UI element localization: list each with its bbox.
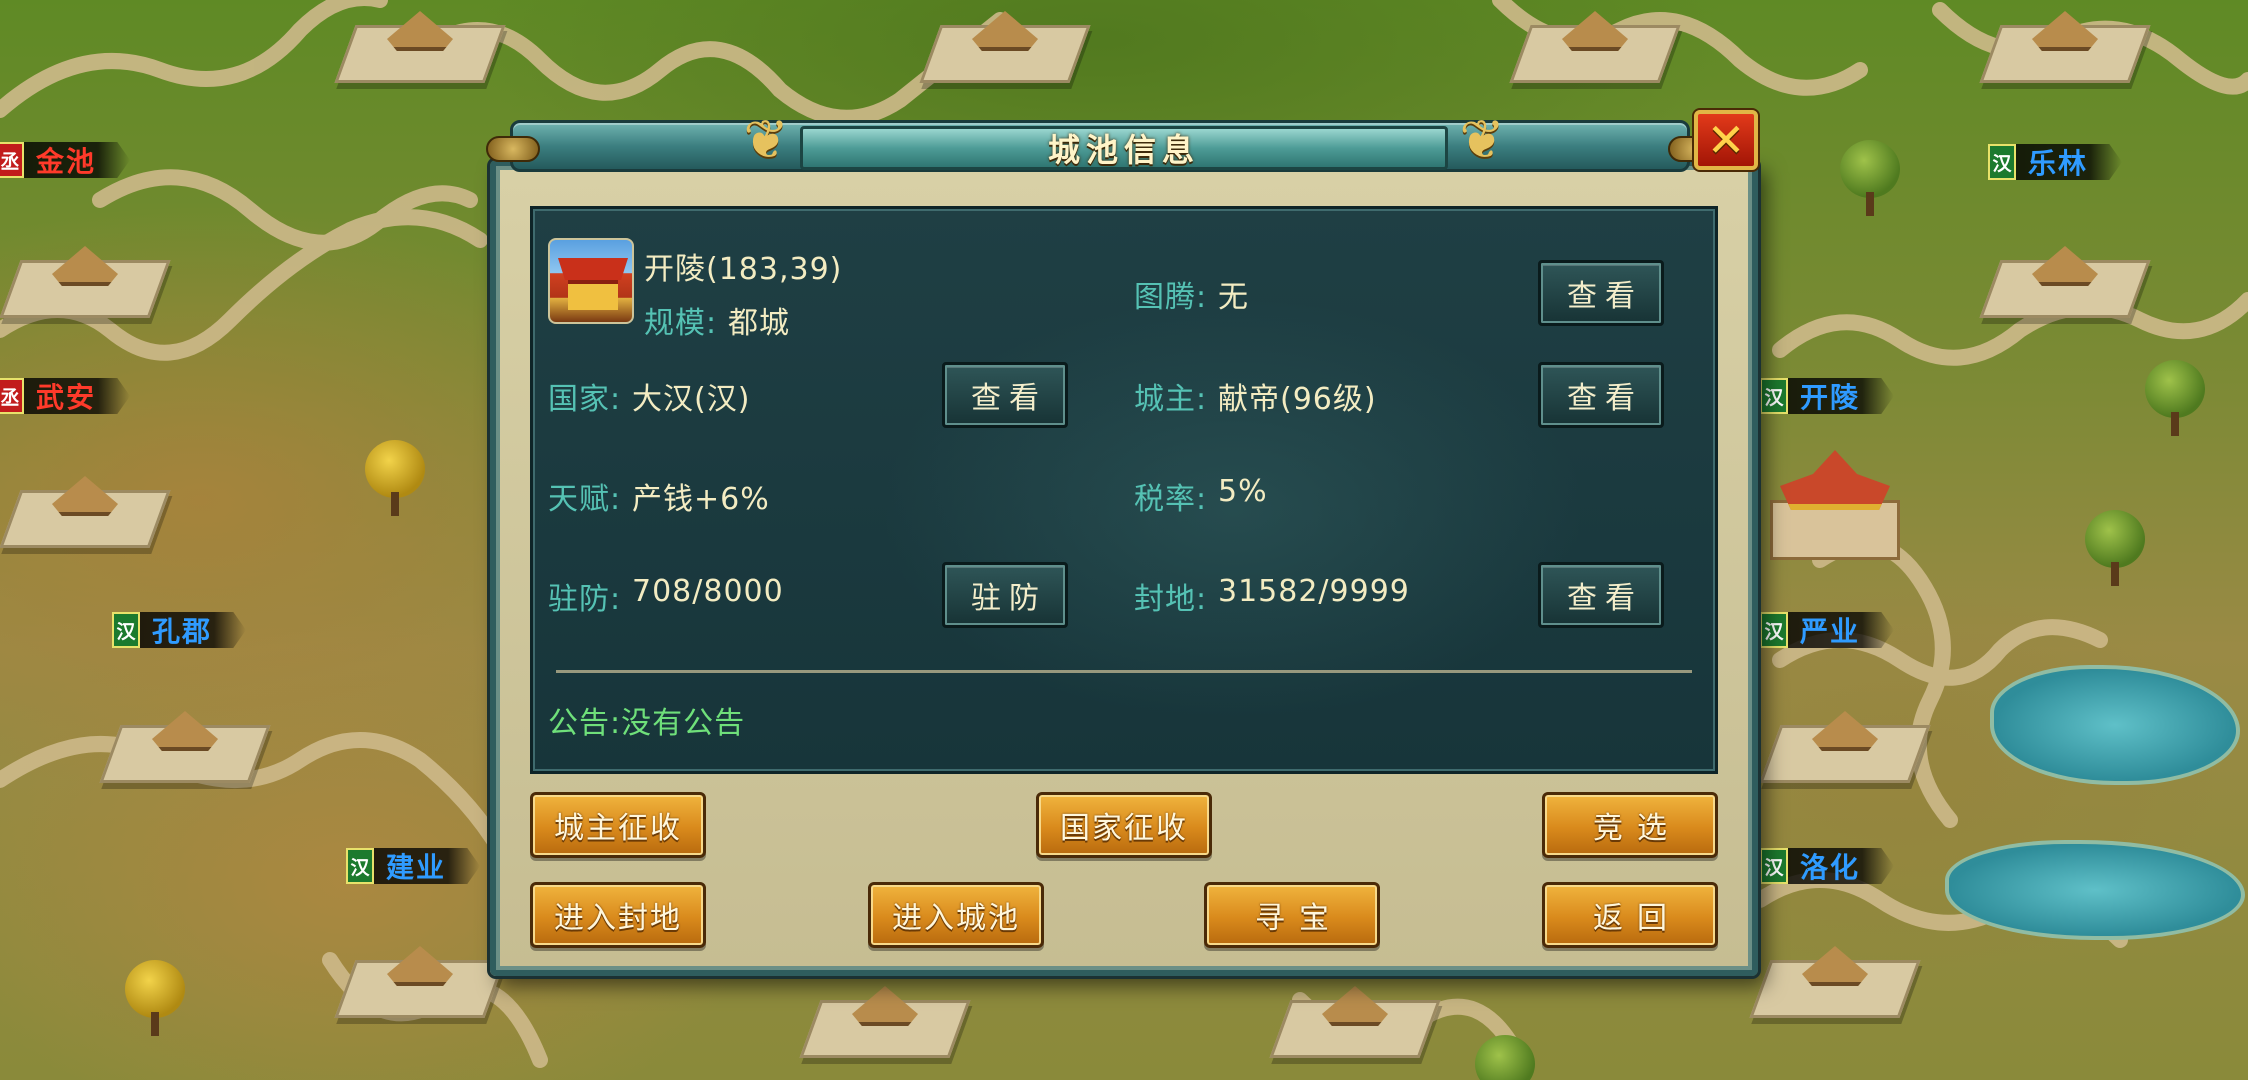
map-city-label[interactable]: 汉 孔郡 [112, 610, 247, 650]
tree-icon [1470, 1035, 1540, 1080]
map-city-label[interactable]: 丞 武安 [0, 376, 131, 416]
view-lord-button[interactable]: 查看 [1538, 362, 1664, 428]
map-city-label[interactable]: 汉 严业 [1760, 610, 1895, 650]
garrison-button[interactable]: 驻防 [942, 562, 1068, 628]
map-city-name: 建业 [374, 848, 481, 884]
close-button[interactable]: ✕ [1694, 110, 1758, 170]
fief-value: 31582/9999 [1218, 574, 1410, 609]
city-tile[interactable] [1979, 5, 2151, 95]
capital-palace-icon[interactable] [1760, 440, 1910, 570]
tree-icon [120, 960, 190, 1040]
fief-label: 封地: [1134, 582, 1208, 617]
map-city-name: 金池 [24, 142, 131, 178]
city-tile[interactable] [1269, 980, 1441, 1070]
city-name-coords: 开陵(183,39) [644, 252, 843, 287]
map-city-label[interactable]: 汉 洛化 [1760, 846, 1895, 886]
garrison-label: 驻防: [548, 582, 622, 617]
city-tile[interactable] [334, 5, 506, 95]
scale-value: 都城 [728, 306, 790, 341]
tax-label: 税率: [1134, 482, 1208, 517]
national-collect-button[interactable]: 国家征收 [1036, 792, 1212, 858]
totem-value: 无 [1218, 280, 1249, 315]
garrison-value: 708/8000 [632, 574, 784, 609]
city-tile[interactable] [799, 980, 971, 1070]
lord-value: 献帝(96级) [1218, 382, 1377, 417]
faction-flag-icon: 丞 [0, 142, 24, 178]
treasure-hunt-button[interactable]: 寻宝 [1204, 882, 1380, 948]
dialog-title-text: 城池信息 [1047, 131, 1200, 169]
enter-fief-button[interactable]: 进入封地 [530, 882, 706, 948]
tree-icon [2140, 360, 2210, 440]
map-city-label[interactable]: 汉 乐林 [1988, 142, 2123, 182]
lord-label: 城主: [1134, 382, 1208, 417]
enter-city-button[interactable]: 进入城池 [868, 882, 1044, 948]
map-city-label[interactable]: 汉 开陵 [1760, 376, 1895, 416]
faction-flag-icon: 汉 [1760, 848, 1788, 884]
city-tile[interactable] [919, 5, 1091, 95]
scale-label: 规模: [644, 306, 718, 341]
city-tile[interactable] [0, 240, 171, 330]
city-tile[interactable] [1979, 240, 2151, 330]
faction-flag-icon: 汉 [112, 612, 140, 648]
map-city-name: 开陵 [1788, 378, 1895, 414]
faction-flag-icon: 汉 [1988, 144, 2016, 180]
announcement-text: 公告:没有公告 [548, 706, 746, 741]
map-city-name: 孔郡 [140, 612, 247, 648]
close-icon: ✕ [1706, 113, 1746, 167]
city-tile[interactable] [0, 470, 171, 560]
map-city-name: 洛化 [1788, 848, 1895, 884]
map-city-name: 武安 [24, 378, 131, 414]
faction-flag-icon: 丞 [0, 378, 24, 414]
city-tile[interactable] [1509, 5, 1681, 95]
lord-collect-button[interactable]: 城主征收 [530, 792, 706, 858]
dialog-title: 城池信息 [800, 126, 1448, 170]
country-label: 国家: [548, 382, 622, 417]
panel-divider [556, 670, 1692, 673]
map-city-label[interactable]: 丞 金池 [0, 140, 131, 180]
campaign-button[interactable]: 竞选 [1542, 792, 1718, 858]
tree-icon [2080, 510, 2150, 590]
country-value: 大汉(汉) [632, 382, 751, 417]
city-avatar [548, 238, 634, 324]
map-city-name: 严业 [1788, 612, 1895, 648]
tree-icon [1835, 140, 1905, 220]
view-country-button[interactable]: 查看 [942, 362, 1068, 428]
tax-value: 5% [1218, 474, 1268, 509]
faction-flag-icon: 汉 [346, 848, 374, 884]
faction-flag-icon: 汉 [1760, 612, 1788, 648]
map-city-name: 乐林 [2016, 144, 2123, 180]
city-tile[interactable] [1759, 705, 1931, 795]
talent-value: 产钱+6% [632, 482, 770, 517]
view-fief-button[interactable]: 查看 [1538, 562, 1664, 628]
view-totem-button[interactable]: 查看 [1538, 260, 1664, 326]
city-tile[interactable] [99, 705, 271, 795]
map-city-label[interactable]: 汉 建业 [346, 846, 481, 886]
talent-label: 天赋: [548, 482, 622, 517]
faction-flag-icon: 汉 [1760, 378, 1788, 414]
totem-label: 图腾: [1134, 280, 1208, 315]
scroll-ornament-icon [486, 136, 540, 162]
tree-icon [360, 440, 430, 520]
back-button[interactable]: 返回 [1542, 882, 1718, 948]
city-tile[interactable] [334, 940, 506, 1030]
city-tile[interactable] [1749, 940, 1921, 1030]
